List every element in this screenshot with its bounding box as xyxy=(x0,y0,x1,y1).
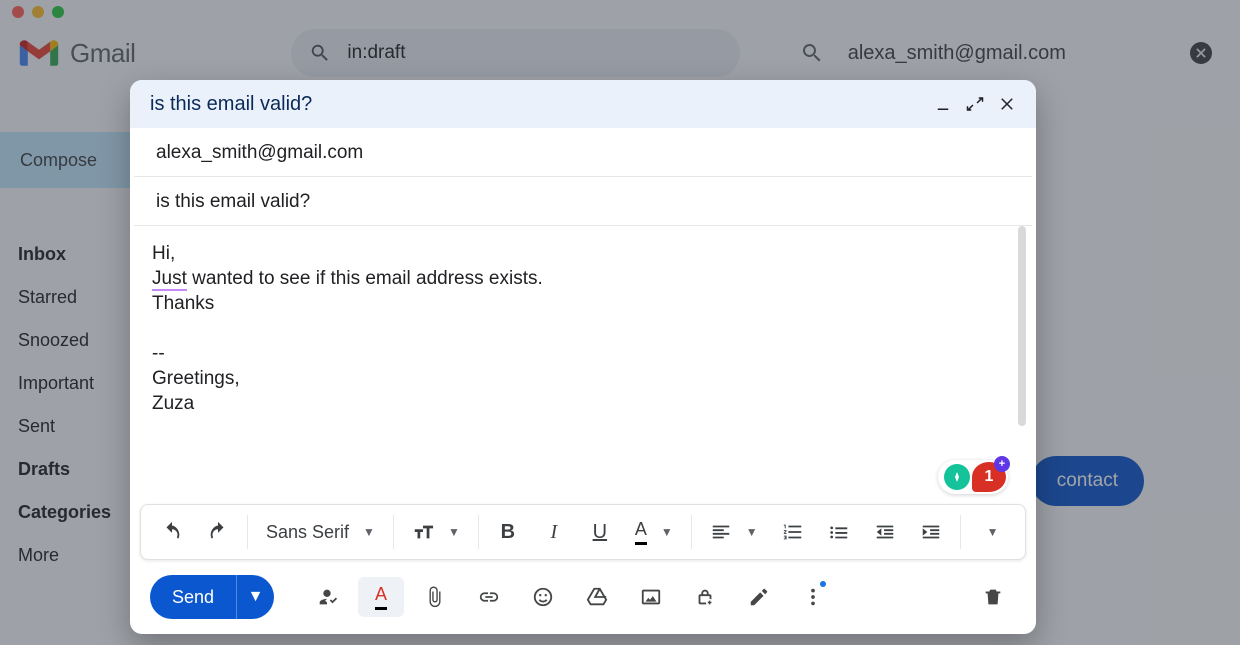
to-field[interactable]: alexa_smith@gmail.com xyxy=(134,128,1032,177)
add-contact-button[interactable]: contact xyxy=(1031,456,1144,506)
insert-photo-button[interactable] xyxy=(628,577,674,617)
chevron-down-icon: ▼ xyxy=(448,525,460,539)
indent-less-button[interactable] xyxy=(864,512,906,552)
scrollbar[interactable] xyxy=(1018,226,1026,426)
underline-button[interactable]: U xyxy=(579,512,621,552)
search-icon xyxy=(800,41,824,65)
gmail-wordmark: Gmail xyxy=(70,38,135,69)
send-button[interactable]: Send xyxy=(150,575,236,619)
traffic-light-zoom[interactable] xyxy=(52,6,64,18)
spellcheck-underline: Just xyxy=(152,268,187,291)
plus-icon: + xyxy=(994,456,1010,472)
chevron-down-icon: ▼ xyxy=(661,525,673,539)
indent-more-button[interactable] xyxy=(910,512,952,552)
numbered-list-button[interactable] xyxy=(772,512,814,552)
formatting-toolbar: Sans Serif ▼ ▼ B I U A▼ ▼ ▼ xyxy=(140,504,1026,560)
more-formatting-button[interactable]: ▼ xyxy=(969,512,1011,552)
font-family-select[interactable]: Sans Serif ▼ xyxy=(256,512,385,552)
grammarly-widget[interactable]: 1 + xyxy=(938,460,1008,494)
send-button-group: Send ▼ xyxy=(150,575,274,619)
body-text: wanted to see if this email address exis… xyxy=(187,268,543,289)
window-titlebar xyxy=(0,0,1240,24)
body-line: Thanks xyxy=(152,293,1014,315)
right-search-text: alexa_smith@gmail.com xyxy=(848,42,1066,65)
gmail-logo-icon xyxy=(18,37,60,69)
search-bar[interactable] xyxy=(291,29,739,77)
compose-body[interactable]: Hi, Just wanted to see if this email add… xyxy=(130,226,1036,500)
compose-window: is this email valid? alexa_smith@gmail.c… xyxy=(130,80,1036,634)
traffic-light-minimize[interactable] xyxy=(32,6,44,18)
bulleted-list-button[interactable] xyxy=(818,512,860,552)
more-options-button[interactable] xyxy=(790,577,836,617)
minimize-button[interactable] xyxy=(934,95,952,113)
font-size-button[interactable]: ▼ xyxy=(402,512,470,552)
grammarly-count: 1 + xyxy=(972,462,1006,492)
compose-title: is this email valid? xyxy=(150,93,934,116)
italic-button[interactable]: I xyxy=(533,512,575,552)
chevron-down-icon: ▼ xyxy=(987,525,999,539)
signature-separator: -- xyxy=(152,343,1014,365)
body-line: Hi, xyxy=(152,243,1014,265)
signature-line: Zuza xyxy=(152,393,1014,415)
compose-label: Compose xyxy=(20,150,97,171)
clear-search-button[interactable] xyxy=(1190,42,1212,64)
text-formatting-toggle[interactable]: A xyxy=(358,577,404,617)
grammarly-icon xyxy=(944,464,970,490)
right-contact-search[interactable]: alexa_smith@gmail.com xyxy=(790,29,1222,77)
body-line: Just wanted to see if this email address… xyxy=(152,268,1014,290)
redo-button[interactable] xyxy=(197,512,239,552)
insert-drive-button[interactable] xyxy=(574,577,620,617)
signature-line: Greetings, xyxy=(152,368,1014,390)
discard-draft-button[interactable] xyxy=(970,577,1016,617)
subject-field[interactable]: is this email valid? xyxy=(134,177,1032,226)
close-button[interactable] xyxy=(998,95,1016,113)
bold-button[interactable]: B xyxy=(487,512,529,552)
app-header: Gmail alexa_smith@gmail.com xyxy=(0,24,1240,82)
chevron-down-icon: ▼ xyxy=(746,525,758,539)
insert-link-button[interactable] xyxy=(466,577,512,617)
traffic-light-close[interactable] xyxy=(12,6,24,18)
spelling-grammar-button[interactable] xyxy=(304,577,350,617)
align-button[interactable]: ▼ xyxy=(700,512,768,552)
undo-button[interactable] xyxy=(151,512,193,552)
exit-fullscreen-button[interactable] xyxy=(966,95,984,113)
attach-file-button[interactable] xyxy=(412,577,458,617)
search-input[interactable] xyxy=(345,41,721,65)
font-family-label: Sans Serif xyxy=(266,522,349,543)
confidential-mode-button[interactable] xyxy=(682,577,728,617)
insert-emoji-button[interactable] xyxy=(520,577,566,617)
text-color-button[interactable]: A▼ xyxy=(625,512,683,552)
grammarly-count-value: 1 xyxy=(985,468,994,486)
chevron-down-icon: ▼ xyxy=(363,525,375,539)
compose-header: is this email valid? xyxy=(130,80,1036,128)
insert-signature-button[interactable] xyxy=(736,577,782,617)
send-options-button[interactable]: ▼ xyxy=(236,575,274,619)
compose-actions: Send ▼ A xyxy=(130,560,1036,634)
search-icon xyxy=(309,42,331,64)
gmail-logo[interactable]: Gmail xyxy=(18,37,135,69)
chevron-down-icon: ▼ xyxy=(248,588,264,606)
close-icon xyxy=(1194,46,1208,60)
